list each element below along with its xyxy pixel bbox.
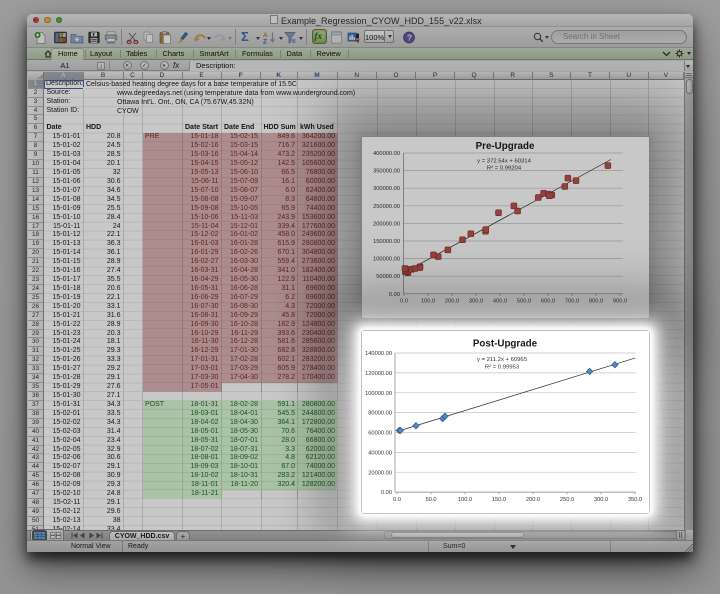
svg-text:250.0: 250.0 bbox=[560, 497, 574, 503]
svg-text:0.00: 0.00 bbox=[381, 490, 392, 496]
svg-text:120000.00: 120000.00 bbox=[365, 370, 392, 376]
svg-text:40000.00: 40000.00 bbox=[368, 450, 392, 456]
svg-text:200.0: 200.0 bbox=[445, 299, 459, 305]
svg-text:250000.00: 250000.00 bbox=[373, 204, 400, 210]
svg-text:60000.00: 60000.00 bbox=[368, 430, 392, 436]
svg-text:150000.00: 150000.00 bbox=[373, 239, 400, 245]
svg-text:500.0: 500.0 bbox=[517, 299, 531, 305]
svg-text:Z: Z bbox=[263, 38, 267, 44]
svg-text:150.0: 150.0 bbox=[492, 497, 506, 503]
svg-text:400.0: 400.0 bbox=[493, 299, 507, 305]
svg-text:300.0: 300.0 bbox=[594, 497, 608, 503]
svg-text:400000.00: 400000.00 bbox=[373, 151, 400, 157]
svg-text:350.0: 350.0 bbox=[628, 497, 642, 503]
svg-text:R² = 0.99953: R² = 0.99953 bbox=[485, 364, 520, 370]
svg-text:100.0: 100.0 bbox=[421, 299, 435, 305]
svg-text:200.0: 200.0 bbox=[526, 497, 540, 503]
svg-text:0.0: 0.0 bbox=[400, 299, 408, 305]
svg-text:800.0: 800.0 bbox=[589, 299, 603, 305]
svg-text:y = 211.2x + 60965: y = 211.2x + 60965 bbox=[477, 357, 528, 363]
svg-text:700.0: 700.0 bbox=[565, 299, 579, 305]
svg-text:100.0: 100.0 bbox=[458, 497, 472, 503]
svg-text:300.0: 300.0 bbox=[469, 299, 483, 305]
svg-text:0.00: 0.00 bbox=[389, 292, 400, 298]
svg-text:0.0: 0.0 bbox=[393, 497, 401, 503]
svg-text:200000.00: 200000.00 bbox=[373, 221, 400, 227]
svg-text:Post-Upgrade: Post-Upgrade bbox=[473, 338, 538, 349]
svg-text:80000.00: 80000.00 bbox=[368, 410, 392, 416]
svg-text:y = 372.54x + 60314: y = 372.54x + 60314 bbox=[477, 159, 531, 165]
svg-text:Pre-Upgrade: Pre-Upgrade bbox=[476, 141, 535, 152]
svg-text:140000.00: 140000.00 bbox=[365, 351, 392, 357]
svg-text:20000.00: 20000.00 bbox=[368, 470, 392, 476]
svg-text:50.0: 50.0 bbox=[425, 497, 436, 503]
svg-text:?: ? bbox=[407, 32, 412, 42]
svg-text:100000.00: 100000.00 bbox=[365, 390, 392, 396]
svg-text:900.0: 900.0 bbox=[613, 299, 627, 305]
svg-text:300000.00: 300000.00 bbox=[373, 186, 400, 192]
svg-text:350000.00: 350000.00 bbox=[373, 169, 400, 175]
svg-text:600.0: 600.0 bbox=[541, 299, 555, 305]
svg-text:50000.00: 50000.00 bbox=[376, 274, 400, 280]
svg-text:100000.00: 100000.00 bbox=[373, 257, 400, 263]
